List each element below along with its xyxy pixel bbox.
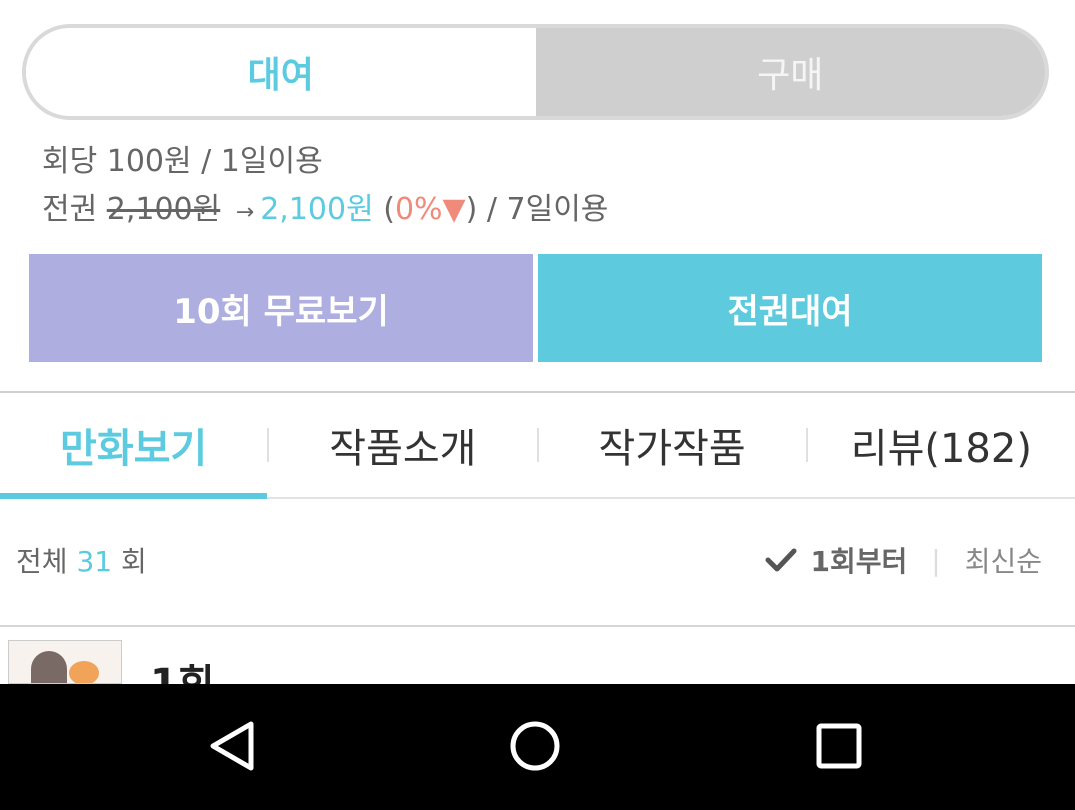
total-count: 31 bbox=[76, 545, 113, 578]
arrow-icon: → bbox=[235, 200, 255, 225]
tab-comic-view[interactable]: 만화보기 bbox=[0, 393, 268, 499]
total-prefix: 전체 bbox=[16, 545, 68, 578]
discount-rate: 0%▼ bbox=[394, 192, 466, 227]
rental-period: ) / 7일이용 bbox=[465, 192, 609, 227]
sort-options: 1회부터 | 최신순 bbox=[765, 540, 1042, 580]
divider bbox=[0, 625, 1075, 627]
tab-work-intro[interactable]: 작품소개 bbox=[269, 393, 536, 497]
episode-title[interactable]: 1회 bbox=[150, 664, 215, 684]
total-suffix: 회 bbox=[120, 545, 147, 578]
free-view-button[interactable]: 10회 무료보기 bbox=[29, 254, 533, 362]
sort-latest[interactable]: 최신순 bbox=[965, 540, 1042, 580]
sort-from-first[interactable]: 1회부터 bbox=[811, 540, 908, 580]
home-icon[interactable] bbox=[495, 706, 575, 786]
full-set-price: 전권 2,100원 → 2,100원 (0%▼) / 7일이용 bbox=[42, 184, 608, 228]
rent-buy-toggle: 대여 구매 bbox=[22, 24, 1049, 120]
back-icon[interactable] bbox=[193, 706, 273, 786]
android-nav-bar bbox=[0, 684, 1075, 810]
thumbnail-flower bbox=[69, 661, 99, 683]
recent-apps-icon[interactable] bbox=[799, 706, 879, 786]
sort-separator: | bbox=[931, 543, 941, 577]
content-tabs: 만화보기 작품소개 작가작품 리뷰(182) bbox=[0, 393, 1075, 499]
rent-tab[interactable]: 대여 bbox=[26, 28, 536, 116]
episode-count: 전체 31 회 bbox=[16, 540, 147, 580]
tab-reviews[interactable]: 리뷰(182) bbox=[808, 393, 1075, 497]
full-prefix: 전권 bbox=[42, 192, 98, 227]
tab-author-works[interactable]: 작가작품 bbox=[539, 393, 806, 497]
buy-tab[interactable]: 구매 bbox=[535, 28, 1045, 116]
per-episode-price: 회당 100원 / 1일이용 bbox=[42, 144, 323, 179]
sale-price: 2,100원 bbox=[260, 192, 374, 227]
episode-thumbnail[interactable] bbox=[8, 640, 122, 684]
thumbnail-figure bbox=[31, 651, 67, 683]
original-price: 2,100원 bbox=[106, 192, 221, 227]
check-icon bbox=[765, 548, 797, 572]
open-paren: ( bbox=[383, 192, 395, 227]
rent-all-button[interactable]: 전권대여 bbox=[538, 254, 1042, 362]
